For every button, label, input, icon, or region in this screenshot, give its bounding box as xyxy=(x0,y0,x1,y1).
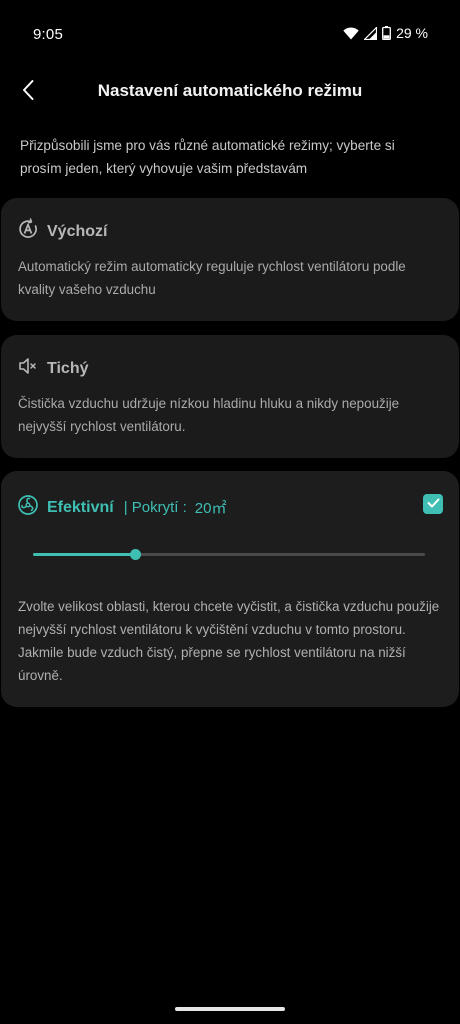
app-bar: Nastavení automatického režimu xyxy=(0,70,460,114)
mode-card-header: Efektivní | Pokrytí : 20㎡ xyxy=(17,494,226,521)
mode-card-quiet[interactable]: Tichý Čistička vzduchu udržuje nízkou hl… xyxy=(1,335,459,458)
coverage-slider[interactable] xyxy=(33,549,425,561)
mode-description-efficient: Zvolte velikost oblasti, kterou chcete v… xyxy=(18,599,440,683)
signal-icon xyxy=(364,26,378,40)
coverage-value: 20㎡ xyxy=(194,500,227,517)
mode-card-default[interactable]: Výchozí Automatický režim automaticky re… xyxy=(1,198,459,321)
mode-title-efficient: Efektivní xyxy=(47,498,114,516)
mode-title-quiet: Tichý xyxy=(47,359,89,377)
status-icons: 29 % xyxy=(343,25,428,41)
speaker-mute-icon xyxy=(17,355,39,382)
selected-checkbox[interactable] xyxy=(423,494,443,514)
battery-icon xyxy=(382,26,392,40)
mode-description-quiet: Čistička vzduchu udržuje nízkou hladinu … xyxy=(18,396,400,434)
coverage-label: | Pokrytí : xyxy=(123,499,187,516)
fan-icon xyxy=(17,494,39,521)
check-icon xyxy=(427,495,440,513)
wifi-icon xyxy=(343,26,359,40)
slider-fill xyxy=(33,553,135,556)
intro-text: Přizpůsobili jsme pro vás různé automati… xyxy=(20,138,395,176)
page-title: Nastavení automatického režimu xyxy=(97,81,363,100)
mode-title-default: Výchozí xyxy=(47,222,108,240)
auto-mode-icon xyxy=(17,218,39,245)
home-indicator xyxy=(175,1007,285,1011)
coverage-readout: | Pokrytí : 20㎡ xyxy=(124,497,227,518)
battery-percent: 29 % xyxy=(396,25,428,41)
status-bar: 9:05 29 % xyxy=(0,0,460,68)
mode-card-efficient[interactable]: Efektivní | Pokrytí : 20㎡ Zvolte velikos… xyxy=(1,471,459,707)
slider-thumb[interactable] xyxy=(129,549,141,560)
screen: 9:05 29 % Nastavení automatického režimu… xyxy=(0,0,460,1024)
mode-description-default: Automatický režim automaticky reguluje r… xyxy=(18,259,406,297)
status-time: 9:05 xyxy=(33,26,63,43)
mode-card-header: Výchozí xyxy=(17,218,107,245)
mode-card-header: Tichý xyxy=(17,355,89,382)
